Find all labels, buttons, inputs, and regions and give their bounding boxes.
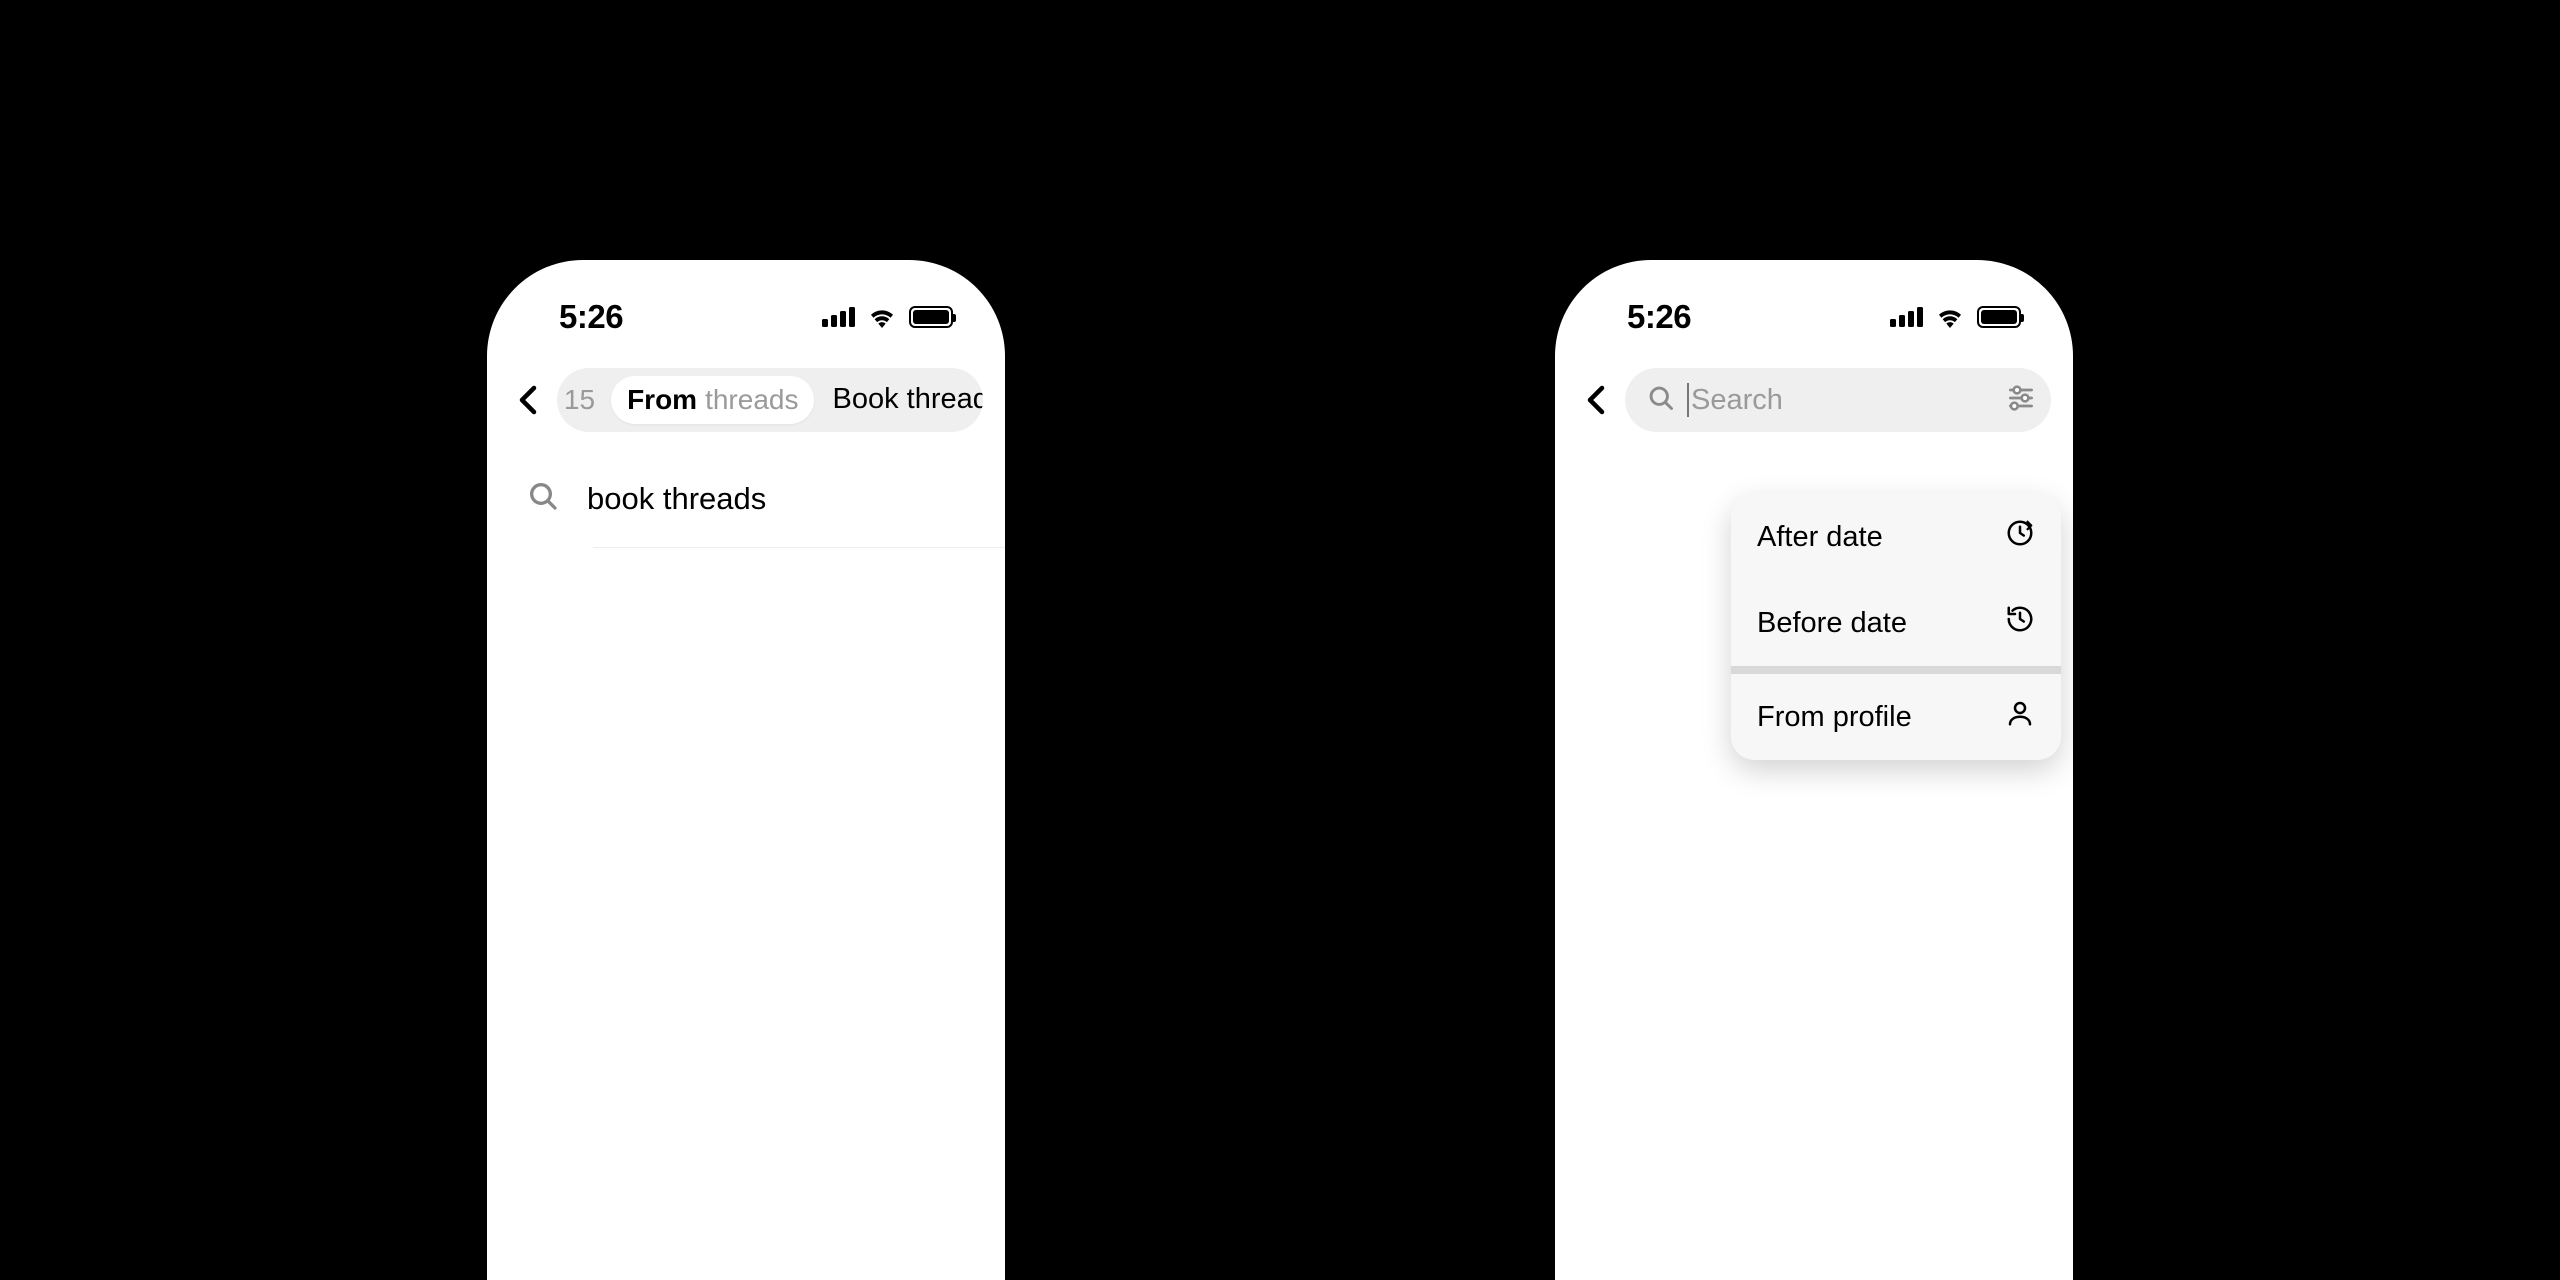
filter-before-date[interactable]: Before date [1731, 580, 2061, 666]
filter-chip-date[interactable]: un 15 [557, 378, 603, 422]
search-bar: Search [1555, 360, 2073, 440]
filter-label: After date [1757, 521, 1883, 554]
suggestion-text: book threads [587, 481, 766, 517]
phone-left: 5:26 un 15 From threads Book threads [487, 260, 1005, 1280]
search-placeholder: Search [1691, 384, 1783, 417]
filter-chip-from[interactable]: From threads [611, 376, 814, 424]
status-time: 5:26 [559, 298, 623, 336]
status-indicators [1890, 306, 2021, 328]
search-query-text: Book threads [832, 383, 983, 417]
filter-after-date[interactable]: After date [1731, 494, 2061, 580]
search-suggestion[interactable]: book threads [487, 440, 1005, 547]
status-bar: 5:26 [487, 260, 1005, 360]
search-bar: un 15 From threads Book threads [487, 360, 1005, 440]
history-icon [2005, 604, 2035, 642]
phone-right: 5:26 Search [1555, 260, 2073, 1280]
status-time: 5:26 [1627, 298, 1691, 336]
search-input[interactable]: un 15 From threads Book threads [557, 368, 983, 432]
person-icon [2005, 698, 2035, 736]
filter-label: Before date [1757, 607, 1907, 640]
wifi-icon [1935, 306, 1965, 328]
search-icon [1647, 384, 1675, 417]
cellular-icon [822, 307, 855, 327]
battery-icon [1977, 306, 2021, 328]
clock-forward-icon [2005, 518, 2035, 556]
search-icon [527, 480, 559, 517]
battery-icon [909, 306, 953, 328]
status-bar: 5:26 [1555, 260, 2073, 360]
filter-label: From profile [1757, 701, 1912, 734]
text-cursor [1687, 383, 1689, 417]
search-input[interactable]: Search [1625, 368, 2051, 432]
divider [593, 547, 1005, 548]
chip-from-value: threads [705, 384, 798, 416]
cellular-icon [1890, 307, 1923, 327]
popover-separator [1731, 666, 2061, 674]
back-button[interactable] [1577, 385, 1615, 415]
filter-popover: After date Before date From profile [1731, 494, 2061, 760]
filters-icon[interactable] [2005, 382, 2037, 419]
filter-from-profile[interactable]: From profile [1731, 674, 2061, 760]
chip-from-label: From [627, 384, 697, 416]
status-indicators [822, 306, 953, 328]
back-button[interactable] [509, 385, 547, 415]
wifi-icon [867, 306, 897, 328]
